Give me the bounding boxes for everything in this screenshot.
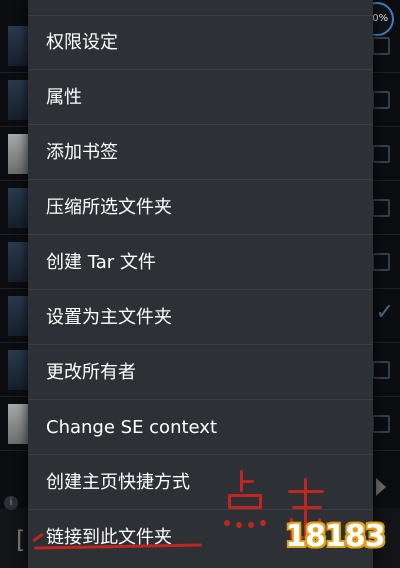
row-checkbox[interactable] xyxy=(372,199,390,217)
folder-icon xyxy=(8,242,30,282)
menu-item-properties[interactable]: 属性 xyxy=(28,71,373,125)
row-checkbox[interactable] xyxy=(372,253,390,271)
menu-item-set-home-folder[interactable]: 设置为主文件夹 xyxy=(28,291,373,345)
row-checkbox[interactable] xyxy=(372,361,390,379)
file-icon xyxy=(8,134,30,174)
info-icon[interactable]: i xyxy=(4,496,18,510)
folder-icon xyxy=(8,350,30,390)
menu-item-permissions[interactable]: 权限设定 xyxy=(28,16,373,70)
row-checkbox[interactable] xyxy=(372,145,390,163)
folder-icon xyxy=(8,296,30,336)
row-checkbox[interactable] xyxy=(372,91,390,109)
folder-icon xyxy=(8,26,30,66)
folder-icon xyxy=(8,80,30,120)
context-menu: 权限设定 属性 添加书签 压缩所选文件夹 创建 Tar 文件 设置为主文件夹 更… xyxy=(28,0,373,568)
menu-item-compress-folder[interactable]: 压缩所选文件夹 xyxy=(28,181,373,235)
row-checkbox[interactable] xyxy=(372,37,390,55)
checkmark-icon[interactable]: ✓ xyxy=(376,300,394,325)
watermark-logo: 18183 xyxy=(285,519,385,554)
file-icon xyxy=(8,404,30,444)
menu-item-create-shortcut[interactable]: 创建主页快捷方式 xyxy=(28,456,373,510)
next-arrow-icon[interactable] xyxy=(376,478,386,496)
menu-item-create-tar[interactable]: 创建 Tar 文件 xyxy=(28,236,373,290)
folder-icon xyxy=(8,188,30,228)
row-checkbox[interactable] xyxy=(372,415,390,433)
menu-item-partial[interactable] xyxy=(28,0,373,16)
menu-item-change-se-context[interactable]: Change SE context xyxy=(28,401,373,455)
menu-item-change-owner[interactable]: 更改所有者 xyxy=(28,346,373,400)
bottom-bracket-icon[interactable]: [ xyxy=(16,526,25,554)
menu-item-add-bookmark[interactable]: 添加书签 xyxy=(28,126,373,180)
